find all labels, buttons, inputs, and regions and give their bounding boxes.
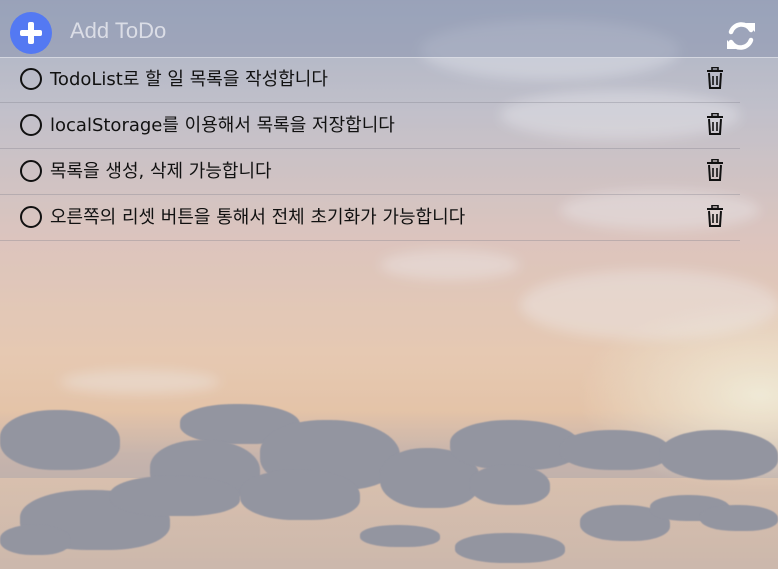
circle-check-icon[interactable] bbox=[20, 114, 42, 136]
refresh-icon bbox=[727, 22, 755, 50]
todo-list: TodoList로 할 일 목록을 작성합니다 localStorage를 이용… bbox=[0, 57, 740, 241]
todo-item: 오른쪽의 리셋 버튼을 통해서 전체 초기화가 가능합니다 bbox=[0, 195, 740, 241]
todo-text: localStorage를 이용해서 목록을 저장합니다 bbox=[50, 115, 395, 136]
add-todo-button[interactable] bbox=[10, 12, 52, 54]
trash-icon[interactable] bbox=[706, 158, 724, 181]
todo-text: 목록을 생성, 삭제 가능합니다 bbox=[50, 161, 272, 182]
circle-check-icon[interactable] bbox=[20, 160, 42, 182]
trash-icon[interactable] bbox=[706, 112, 724, 135]
add-todo-input[interactable] bbox=[68, 14, 632, 48]
trash-icon[interactable] bbox=[706, 66, 724, 89]
todo-text: 오른쪽의 리셋 버튼을 통해서 전체 초기화가 가능합니다 bbox=[50, 207, 466, 228]
plus-icon bbox=[20, 22, 42, 44]
todo-item: localStorage를 이용해서 목록을 저장합니다 bbox=[0, 103, 740, 149]
trash-icon[interactable] bbox=[706, 204, 724, 227]
circle-check-icon[interactable] bbox=[20, 206, 42, 228]
todo-text: TodoList로 할 일 목록을 작성합니다 bbox=[50, 69, 328, 90]
circle-check-icon[interactable] bbox=[20, 68, 42, 90]
todo-item: TodoList로 할 일 목록을 작성합니다 bbox=[0, 57, 740, 103]
todo-item: 목록을 생성, 삭제 가능합니다 bbox=[0, 149, 740, 195]
add-todo-bar bbox=[0, 0, 778, 58]
reset-button[interactable] bbox=[724, 20, 758, 52]
